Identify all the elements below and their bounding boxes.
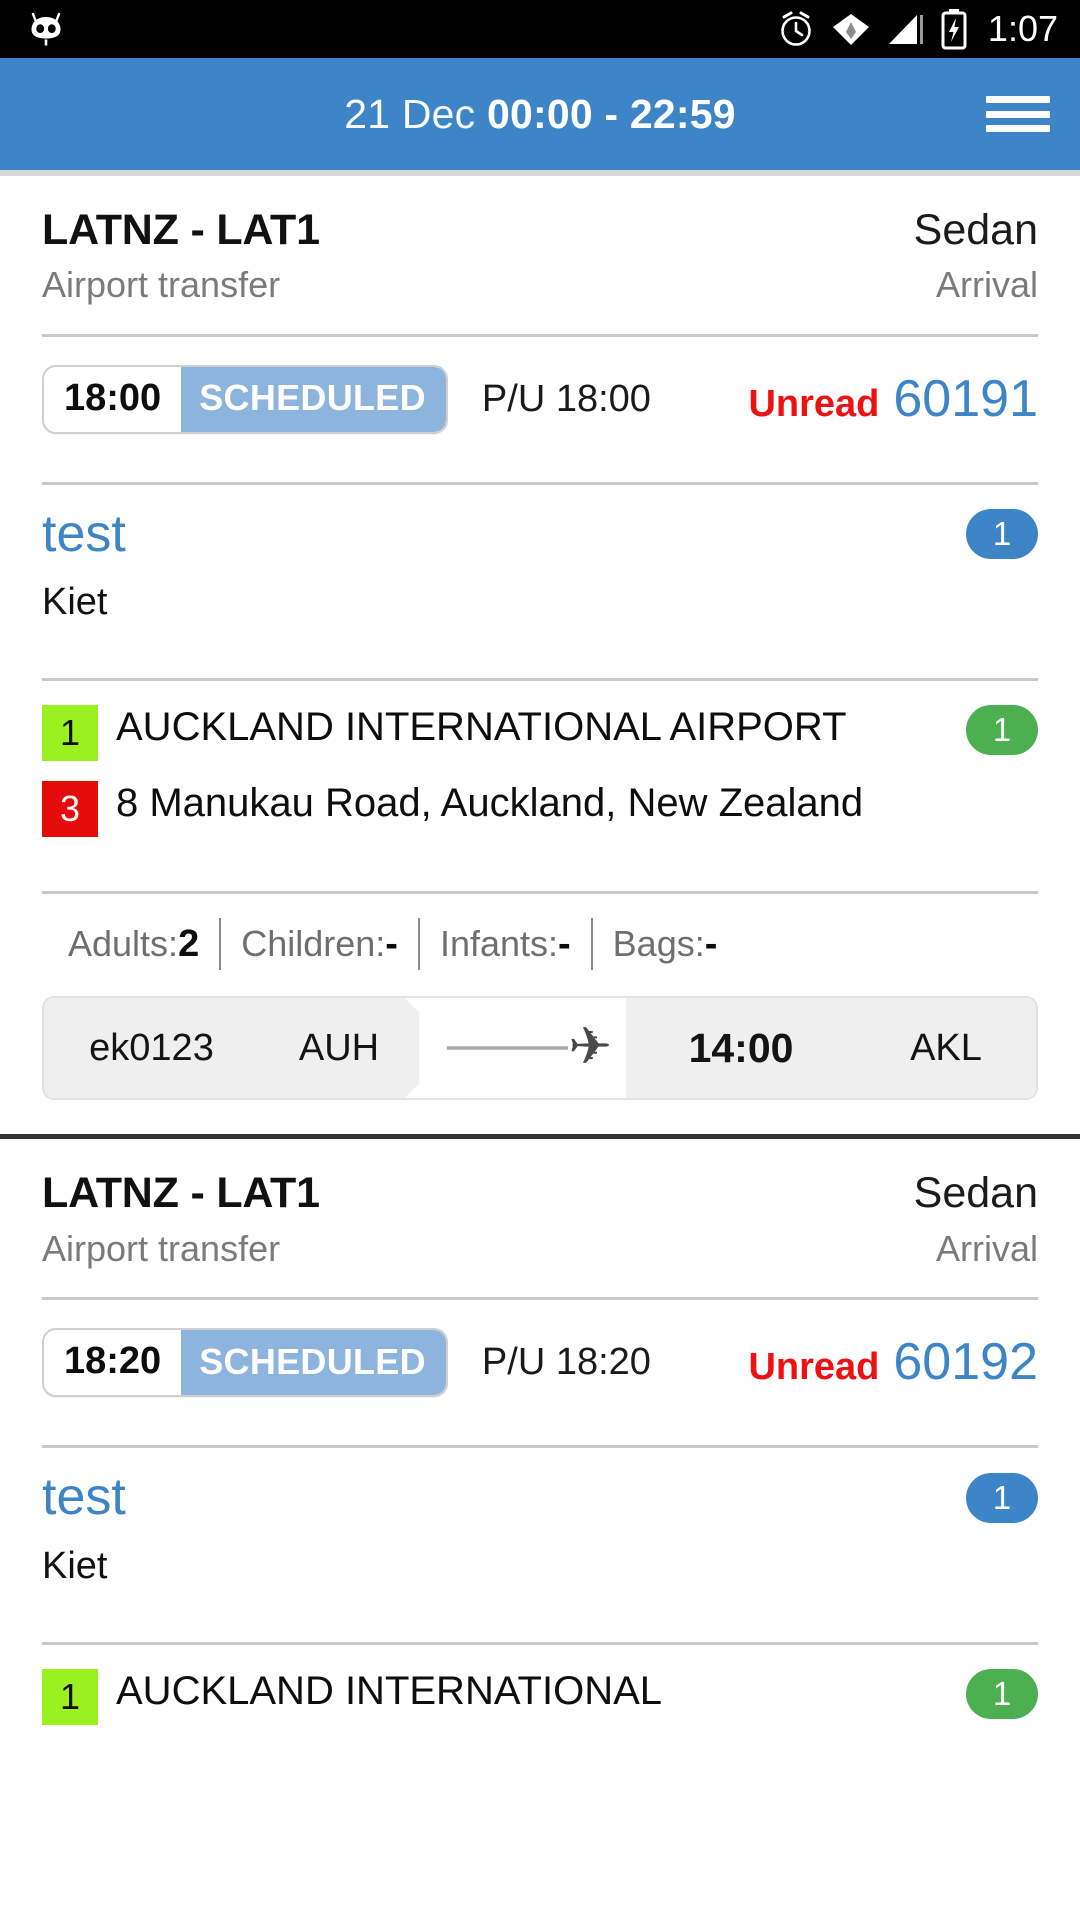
customer-count-badge: 1 xyxy=(966,509,1038,560)
infants-label: Infants: xyxy=(439,922,559,964)
job-pickup-time: P/U 18:20 xyxy=(481,1341,651,1384)
notch xyxy=(405,998,433,1013)
stops-block: 1 AUCKLAND INTERNATIONAL AIRPORT 1 3 8 M… xyxy=(42,681,1038,863)
flight-origin: AUH xyxy=(298,1026,380,1069)
flight-time: 14:00 xyxy=(688,1024,794,1071)
job-card-header-left: LATNZ - LAT1 Airport transfer xyxy=(42,1169,320,1269)
job-card[interactable]: LATNZ - LAT1 Airport transfer Sedan Arri… xyxy=(0,1139,1080,1751)
job-time: 18:00 xyxy=(44,366,182,432)
battery-charging-icon xyxy=(941,9,967,50)
notch xyxy=(405,1084,433,1099)
job-status-badge: SCHEDULED xyxy=(181,366,446,432)
infants-count: Infants: - xyxy=(420,923,591,966)
customer-name[interactable]: test xyxy=(42,507,126,562)
flight-number: ek0123 xyxy=(89,1026,214,1069)
customer-row: test 1 xyxy=(42,1448,1038,1525)
passenger-counts-row: Adults: 2 Children: - Infants: - Bags: - xyxy=(42,894,1038,996)
stop-address-pickup: AUCKLAND INTERNATIONAL AIRPORT xyxy=(116,705,847,750)
job-direction: Arrival xyxy=(935,264,1038,306)
stops-block: 1 AUCKLAND INTERNATIONAL 1 xyxy=(42,1645,1038,1751)
bags-value: - xyxy=(704,922,718,965)
status-bar-icons: 1:07 xyxy=(776,8,1058,50)
flight-destination: AKL xyxy=(910,1026,982,1069)
job-card-header: LATNZ - LAT1 Airport transfer Sedan Arri… xyxy=(42,176,1038,306)
app-bar-time-range: 00:00 - 22:59 xyxy=(486,90,736,137)
stop-address-dropoff: 8 Manukau Road, Auckland, New Zealand xyxy=(116,781,864,826)
passenger-name: Kiet xyxy=(42,1544,108,1587)
cell-signal-icon xyxy=(888,15,923,44)
job-status-row: 18:00 SCHEDULED P/U 18:00 Unread 60191 xyxy=(42,337,1038,460)
job-reference: LATNZ - LAT1 xyxy=(42,1169,320,1218)
job-list: LATNZ - LAT1 Airport transfer Sedan Arri… xyxy=(0,176,1080,1751)
wifi-icon xyxy=(832,14,869,45)
job-vehicle-type: Sedan xyxy=(913,206,1038,254)
job-number[interactable]: 60192 xyxy=(893,1336,1038,1388)
unread-label: Unread xyxy=(748,382,880,425)
app-bar-title[interactable]: 21 Dec 00:00 - 22:59 xyxy=(344,91,735,138)
alarm-clock-icon xyxy=(781,11,811,46)
app-bar: 21 Dec 00:00 - 22:59 xyxy=(0,58,1080,170)
job-vehicle-type: Sedan xyxy=(913,1169,1038,1218)
customer-row: test 1 xyxy=(42,485,1038,562)
unread-label: Unread xyxy=(748,1346,880,1389)
job-time-status-pill[interactable]: 18:00 SCHEDULED xyxy=(42,364,448,434)
bags-label: Bags: xyxy=(612,922,705,964)
flight-path-line xyxy=(447,1046,568,1051)
stop-row-dropoff[interactable]: 3 8 Manukau Road, Auckland, New Zealand xyxy=(42,779,1038,838)
job-direction: Arrival xyxy=(935,1227,1038,1269)
job-card-header-right: Sedan Arrival xyxy=(914,206,1038,306)
job-card-header-left: LATNZ - LAT1 Airport transfer xyxy=(42,206,320,306)
job-time-status-pill[interactable]: 18:20 SCHEDULED xyxy=(42,1328,448,1398)
status-bar-clock: 1:07 xyxy=(987,8,1058,49)
children-value: - xyxy=(385,922,398,965)
job-reference: LATNZ - LAT1 xyxy=(42,206,320,254)
job-status-right: Unread 60192 xyxy=(748,1336,1038,1389)
passenger-name: Kiet xyxy=(42,581,108,624)
infants-value: - xyxy=(558,922,571,965)
job-card-header: LATNZ - LAT1 Airport transfer Sedan Arri… xyxy=(42,1139,1038,1269)
children-label: Children: xyxy=(241,922,386,964)
adults-value: 2 xyxy=(178,922,200,965)
flight-path: ✈ xyxy=(405,998,626,1099)
status-bar-left xyxy=(26,9,776,49)
bags-count: Bags: - xyxy=(593,923,738,966)
adults-label: Adults: xyxy=(68,922,179,964)
stop-sequence-pickup: 1 xyxy=(42,705,98,762)
customer-count-badge: 1 xyxy=(966,1472,1038,1523)
stop-count-badge: 1 xyxy=(966,1668,1038,1719)
job-service-type: Airport transfer xyxy=(42,1227,281,1269)
stop-row-pickup[interactable]: 1 AUCKLAND INTERNATIONAL AIRPORT 1 xyxy=(42,703,1038,762)
adults-count: Adults: 2 xyxy=(68,923,219,966)
job-status-right: Unread 60191 xyxy=(748,373,1038,426)
stop-row-pickup[interactable]: 1 AUCKLAND INTERNATIONAL 1 xyxy=(42,1667,1038,1725)
stop-sequence-dropoff: 3 xyxy=(42,781,98,838)
job-pickup-time: P/U 18:00 xyxy=(481,377,651,420)
stop-address-pickup: AUCKLAND INTERNATIONAL xyxy=(116,1668,663,1713)
job-time: 18:20 xyxy=(44,1330,182,1396)
customer-name[interactable]: test xyxy=(42,1470,126,1525)
job-number[interactable]: 60191 xyxy=(893,373,1038,425)
job-card-header-right: Sedan Arrival xyxy=(914,1169,1038,1269)
stop-count-badge: 1 xyxy=(966,705,1038,756)
airplane-icon: ✈ xyxy=(568,1018,612,1077)
stop-sequence-pickup: 1 xyxy=(42,1668,98,1725)
app-bar-date: 21 Dec xyxy=(344,90,476,137)
job-service-type: Airport transfer xyxy=(42,264,281,306)
hamburger-menu-icon[interactable] xyxy=(986,92,1050,136)
job-status-row: 18:20 SCHEDULED P/U 18:20 Unread 60192 xyxy=(42,1300,1038,1423)
cyanogenmod-skull-icon xyxy=(31,12,61,46)
job-card[interactable]: LATNZ - LAT1 Airport transfer Sedan Arri… xyxy=(0,176,1080,1101)
job-status-badge: SCHEDULED xyxy=(181,1330,446,1396)
status-bar: 1:07 xyxy=(0,0,1080,58)
flight-strip[interactable]: ek0123 AUH ✈ 14:00 AKL xyxy=(42,996,1038,1101)
children-count: Children: - xyxy=(221,923,418,966)
